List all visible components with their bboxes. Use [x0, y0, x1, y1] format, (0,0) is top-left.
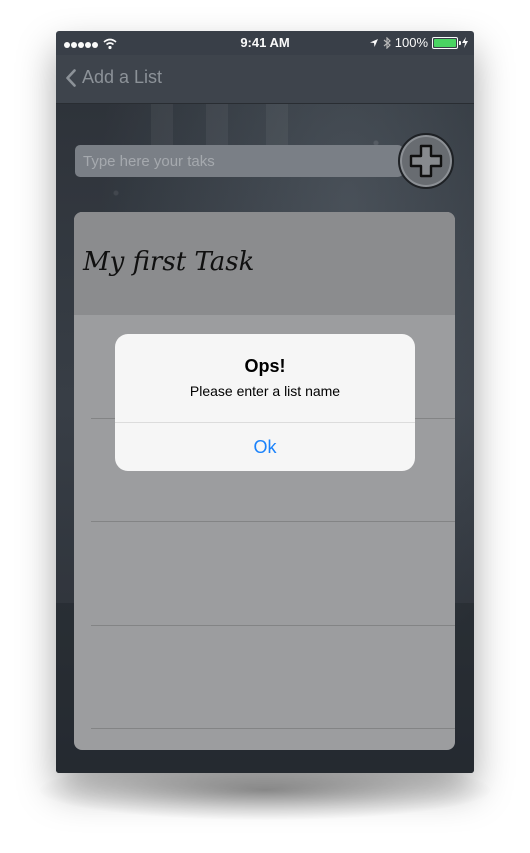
alert-dialog: Ops! Please enter a list name Ok: [115, 334, 415, 471]
phone-screen: 9:41 AM 100% Add a List Type here your t…: [56, 31, 474, 773]
alert-ok-button[interactable]: Ok: [115, 423, 415, 471]
alert-title: Ops!: [244, 356, 286, 376]
alert-message: Please enter a list name: [189, 383, 341, 399]
